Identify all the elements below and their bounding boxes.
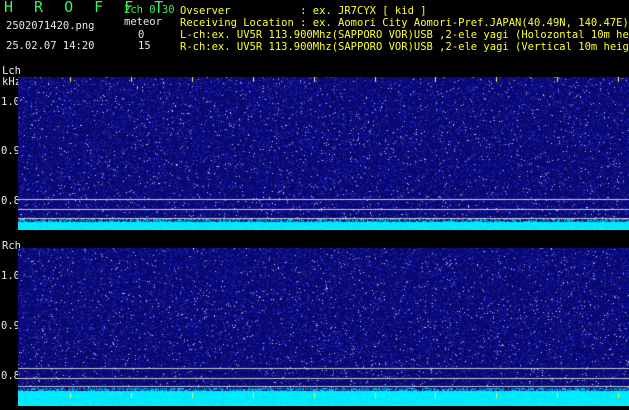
- datetime: 25.02.07 14:20: [6, 40, 95, 52]
- rch-info-line: R-ch:ex. UV5R 113.900Mhz(SAPPORO VOR)USB…: [180, 41, 629, 53]
- filename: 2502071420.png: [6, 20, 95, 32]
- version-label: 2ch 0.30: [124, 4, 175, 16]
- lch-waterfall: [18, 77, 629, 230]
- meteor-count-rch: 15: [138, 40, 151, 52]
- observer-line: Ovserver : ex. JR7CYX [ kid ]: [180, 5, 427, 17]
- meteor-label: meteor: [124, 16, 162, 28]
- location-line: Receiving Location : ex. Aomori City Aom…: [180, 17, 629, 29]
- rch-waterfall: [18, 248, 629, 406]
- lch-info-line: L-ch:ex. UV5R 113.900Mhz(SAPPORO VOR)USB…: [180, 29, 629, 41]
